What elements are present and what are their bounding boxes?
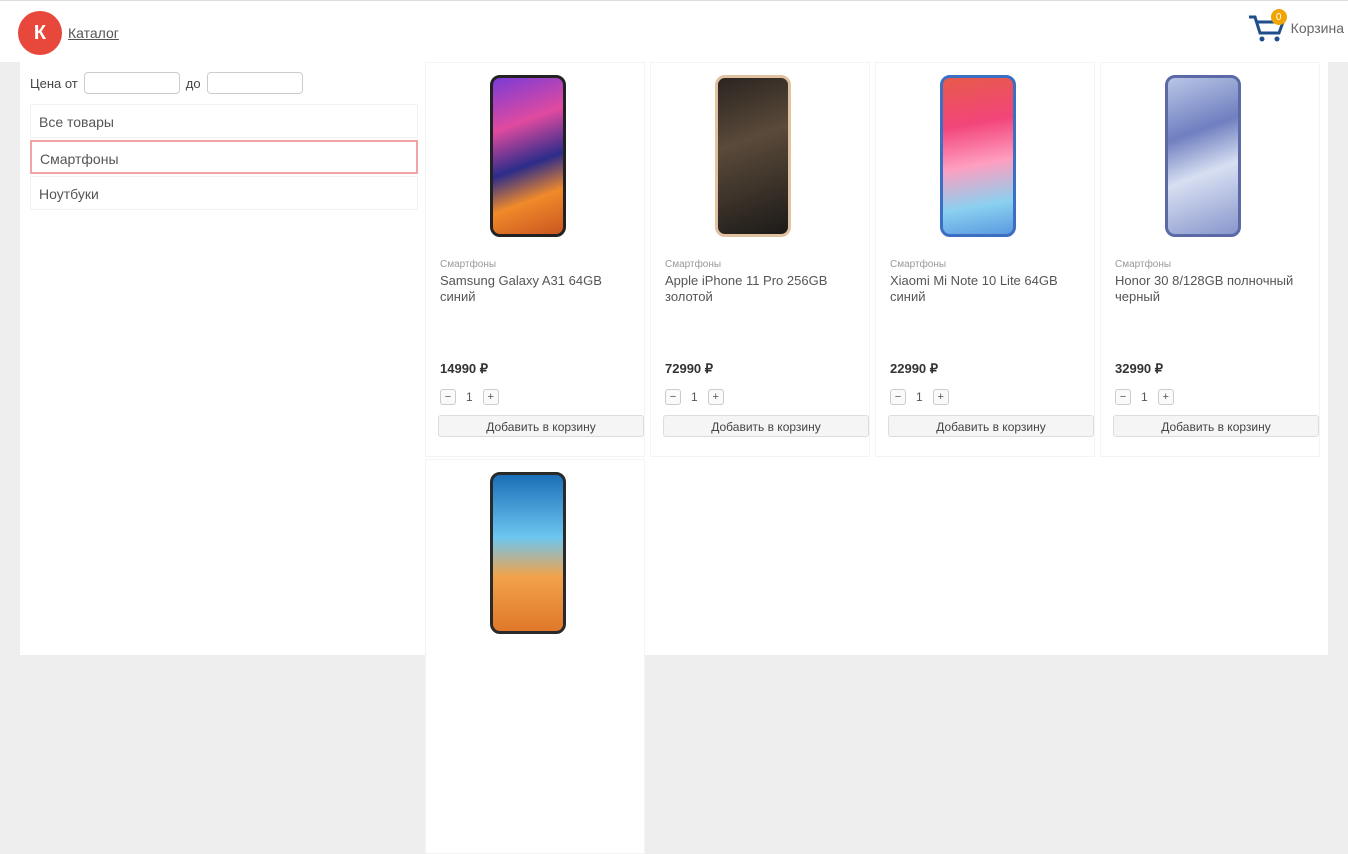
increase-button[interactable]: + — [932, 389, 949, 405]
price-to-input[interactable] — [206, 72, 303, 94]
increase-button[interactable]: + — [707, 389, 724, 405]
product-image[interactable] — [1165, 75, 1241, 237]
decrease-button[interactable]: − — [440, 389, 456, 405]
quantity-stepper: − 1 + — [665, 389, 724, 405]
add-to-cart-button[interactable]: Добавить в корзину — [663, 415, 869, 437]
product-name[interactable]: Apple iPhone 11 Pro 256GB золотой — [665, 273, 860, 305]
price-from-label: Цена от — [30, 75, 78, 91]
logo-icon: К — [18, 11, 62, 55]
increase-button[interactable]: + — [1157, 389, 1174, 405]
product-price: 72990 ₽ — [665, 361, 714, 376]
price-filter: Цена от до — [30, 72, 303, 94]
product-card[interactable]: Смартфоны Apple iPhone 11 Pro 256GB золот… — [650, 62, 870, 457]
product-price: 32990 ₽ — [1115, 361, 1164, 376]
decrease-button[interactable]: − — [665, 389, 681, 405]
add-to-cart-button[interactable]: Добавить в корзину — [438, 415, 644, 437]
decrease-button[interactable]: − — [1115, 389, 1131, 405]
logo-text: Каталог — [68, 25, 119, 41]
product-image[interactable] — [715, 75, 791, 237]
cart-link[interactable]: 0 Корзина — [1247, 9, 1344, 43]
top-bar: К Каталог 0 Корзина — [0, 0, 1348, 62]
quantity-value: 1 — [466, 390, 473, 404]
cart-label: Корзина — [1290, 20, 1344, 36]
product-card[interactable]: Смартфоны Xiaomi Mi Note 10 Lite 64GB син… — [875, 62, 1095, 457]
cart-icon: 0 — [1247, 9, 1287, 43]
product-card[interactable]: Смартфоны Samsung Galaxy A31 64GB синий 14… — [425, 62, 645, 457]
quantity-stepper: − 1 + — [1115, 389, 1174, 405]
add-to-cart-button[interactable]: Добавить в корзину — [1113, 415, 1319, 437]
product-category: Смартфоны — [890, 259, 947, 270]
add-to-cart-button[interactable]: Добавить в корзину — [888, 415, 1094, 437]
product-image[interactable] — [490, 75, 566, 237]
product-name[interactable]: Honor 30 8/128GB полночный черный — [1115, 273, 1310, 305]
quantity-stepper: − 1 + — [440, 389, 499, 405]
product-name[interactable]: Xiaomi Mi Note 10 Lite 64GB синий — [890, 273, 1085, 305]
product-category: Смартфоны — [440, 259, 497, 270]
product-image[interactable] — [940, 75, 1016, 237]
quantity-value: 1 — [691, 390, 698, 404]
category-list: Все товары Смартфоны Ноутбуки — [30, 104, 418, 212]
product-price: 22990 ₽ — [890, 361, 939, 376]
quantity-stepper: − 1 + — [890, 389, 949, 405]
category-item-laptops[interactable]: Ноутбуки — [30, 176, 418, 210]
price-to-label: до — [185, 75, 201, 91]
decrease-button[interactable]: − — [890, 389, 906, 405]
product-name[interactable]: Samsung Galaxy A31 64GB синий — [440, 273, 635, 305]
site-logo[interactable]: К Каталог — [18, 11, 119, 55]
quantity-value: 1 — [916, 390, 923, 404]
product-image[interactable] — [490, 472, 566, 634]
product-price: 14990 ₽ — [440, 361, 489, 376]
increase-button[interactable]: + — [482, 389, 499, 405]
product-card[interactable]: Смартфоны Honor 30 8/128GB полночный черн… — [1100, 62, 1320, 457]
product-category: Смартфоны — [1115, 259, 1172, 270]
price-from-input[interactable] — [83, 72, 180, 94]
quantity-value: 1 — [1141, 390, 1148, 404]
product-category: Смартфоны — [665, 259, 722, 270]
category-item-smartphones[interactable]: Смартфоны — [30, 140, 418, 174]
cart-count-badge: 0 — [1270, 9, 1287, 25]
product-card[interactable]: Смартфоны — [425, 459, 645, 854]
main-content: Цена от до Все товары Смартфоны Ноутбуки… — [20, 62, 1328, 854]
category-item-all[interactable]: Все товары — [30, 104, 418, 138]
